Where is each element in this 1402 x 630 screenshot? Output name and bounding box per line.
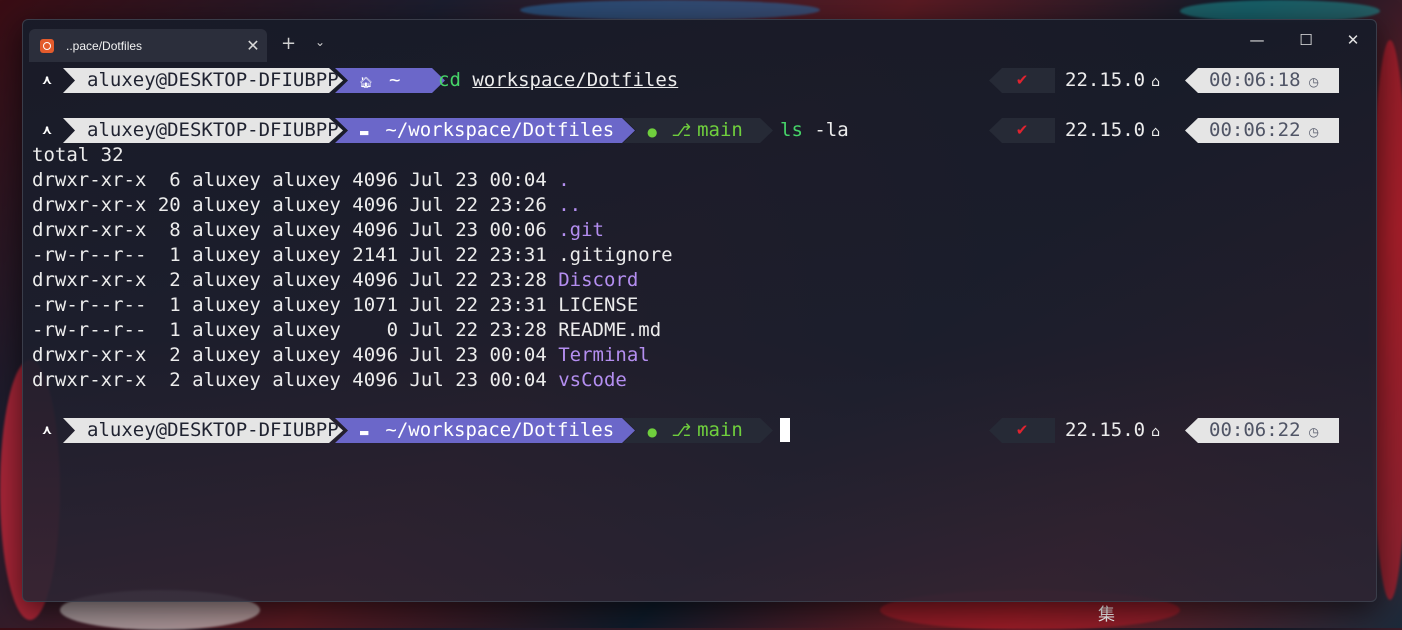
prompt-line: ⋏ aluxey@DESKTOP-DFIUBPP 🏠︎ ~ cd workspac… [23, 68, 1376, 93]
ls-entry: drwxr-xr-x 2 aluxey aluxey 4096 Jul 23 0… [32, 343, 650, 368]
maximize-button[interactable]: ☐ [1294, 31, 1318, 49]
chevron-down-icon[interactable]: ⌄ [315, 35, 325, 49]
ls-entry: drwxr-xr-x 2 aluxey aluxey 4096 Jul 22 2… [32, 268, 638, 293]
directory-name: .. [558, 194, 582, 216]
prompt-path: ▬ ~/workspace/Dotfiles [335, 118, 635, 143]
status-check-icon: ✔ [989, 118, 1055, 143]
file-name: .gitignore [558, 244, 673, 266]
prompt-user: aluxey@DESKTOP-DFIUBPP [63, 418, 343, 443]
ls-entry-meta: drwxr-xr-x 6 aluxey aluxey 4096 Jul 23 0… [32, 169, 559, 191]
node-icon: ⌂ [1151, 124, 1160, 140]
git-segment: ● ⎇ main [623, 118, 773, 143]
folder-icon: ▬ [359, 426, 370, 439]
command-text: cd workspace/Dotfiles [438, 69, 679, 91]
directory-name: Discord [558, 269, 639, 291]
status-check-icon: ✔ [989, 418, 1055, 443]
ls-entry-meta: drwxr-xr-x 2 aluxey aluxey 4096 Jul 23 0… [32, 369, 559, 391]
directory-name: . [558, 169, 570, 191]
prompt-line: ⋏ aluxey@DESKTOP-DFIUBPP ▬ ~/workspace/Do… [23, 118, 1376, 143]
ls-entry: drwxr-xr-x 8 aluxey aluxey 4096 Jul 23 0… [32, 218, 604, 243]
file-name: LICENSE [558, 294, 639, 316]
tab-active[interactable]: ..pace/Dotfiles ✕ [29, 29, 267, 62]
ls-entry: -rw-r--r-- 1 aluxey aluxey 2141 Jul 22 2… [32, 243, 673, 268]
close-button[interactable]: ✕ [1341, 31, 1365, 49]
node-icon: ⌂ [1151, 74, 1160, 90]
git-branch: main [697, 119, 743, 141]
clock-icon: ◷ [1308, 75, 1319, 89]
arch-logo-icon: ⋏ [41, 73, 53, 88]
ls-entry: drwxr-xr-x 6 aluxey aluxey 4096 Jul 23 0… [32, 168, 570, 193]
ls-entry-meta: -rw-r--r-- 1 aluxey aluxey 2141 Jul 22 2… [32, 244, 559, 266]
prompt-path: ▬ ~/workspace/Dotfiles [335, 418, 635, 443]
ime-indicator[interactable]: 集 [1098, 600, 1115, 625]
prompt-path: 🏠︎ ~ [335, 68, 445, 93]
ls-total: total 32 [32, 144, 124, 166]
file-name: README.md [558, 319, 662, 341]
arch-logo-icon: ⋏ [41, 423, 53, 438]
git-segment: ● ⎇ main [623, 418, 773, 443]
text-cursor[interactable] [780, 418, 790, 442]
github-icon: ● [647, 125, 658, 139]
directory-name: Terminal [558, 344, 650, 366]
terminal-window: ..pace/Dotfiles ✕ + ⌄ — ☐ ✕ ⋏ aluxey@DES… [22, 19, 1377, 602]
git-branch-icon: ⎇ [671, 121, 692, 141]
ls-entry: drwxr-xr-x 2 aluxey aluxey 4096 Jul 23 0… [32, 368, 627, 393]
directory-name: .git [558, 219, 604, 241]
prompt-time: 00:06:18 ◷ [1185, 68, 1339, 93]
clock-icon: ◷ [1308, 125, 1319, 139]
ls-entry-meta: drwxr-xr-x 2 aluxey aluxey 4096 Jul 22 2… [32, 269, 559, 291]
ls-entry-meta: -rw-r--r-- 1 aluxey aluxey 1071 Jul 22 2… [32, 294, 559, 316]
prompt-time: 00:06:22 ◷ [1185, 118, 1339, 143]
prompt-time: 00:06:22 ◷ [1185, 418, 1339, 443]
git-branch-icon: ⎇ [671, 421, 692, 441]
command-argument[interactable]: workspace/Dotfiles [472, 69, 678, 91]
ls-entry-meta: drwxr-xr-x 2 aluxey aluxey 4096 Jul 23 0… [32, 344, 559, 366]
status-check-icon: ✔ [989, 68, 1055, 93]
node-version: 22.15.0 ⌂ [1065, 69, 1160, 91]
home-icon: 🏠︎ [359, 76, 373, 89]
new-tab-button[interactable]: + [281, 33, 296, 54]
ls-entry-meta: drwxr-xr-x 20 aluxey aluxey 4096 Jul 22 … [32, 194, 559, 216]
ubuntu-icon [40, 38, 54, 53]
ls-entry-meta: drwxr-xr-x 8 aluxey aluxey 4096 Jul 23 0… [32, 219, 559, 241]
node-version: 22.15.0 ⌂ [1065, 119, 1160, 141]
prompt-line: ⋏ aluxey@DESKTOP-DFIUBPP ▬ ~/workspace/Do… [23, 418, 1376, 443]
wallpaper-art [520, 0, 820, 20]
tab-close-icon[interactable]: ✕ [239, 36, 267, 55]
node-version: 22.15.0 ⌂ [1065, 419, 1160, 441]
title-bar[interactable]: ..pace/Dotfiles ✕ + ⌄ — ☐ ✕ [23, 20, 1376, 66]
prompt-user: aluxey@DESKTOP-DFIUBPP [63, 68, 343, 93]
ls-entry: -rw-r--r-- 1 aluxey aluxey 0 Jul 22 23:2… [32, 318, 661, 343]
clock-icon: ◷ [1308, 425, 1319, 439]
tab-title: ..pace/Dotfiles [66, 38, 143, 53]
ls-entry: drwxr-xr-x 20 aluxey aluxey 4096 Jul 22 … [32, 193, 581, 218]
git-branch: main [697, 419, 743, 441]
github-icon: ● [647, 425, 658, 439]
directory-name: vsCode [558, 369, 627, 391]
terminal-content[interactable]: ⋏ aluxey@DESKTOP-DFIUBPP 🏠︎ ~ cd workspac… [23, 66, 1376, 601]
command-text: ls -la [780, 119, 849, 141]
minimize-button[interactable]: — [1245, 31, 1269, 49]
arch-logo-icon: ⋏ [41, 123, 53, 138]
folder-icon: ▬ [359, 126, 370, 139]
prompt-user: aluxey@DESKTOP-DFIUBPP [63, 118, 343, 143]
node-icon: ⌂ [1151, 424, 1160, 440]
ls-entry-meta: -rw-r--r-- 1 aluxey aluxey 0 Jul 22 23:2… [32, 319, 559, 341]
ls-entry: -rw-r--r-- 1 aluxey aluxey 1071 Jul 22 2… [32, 293, 638, 318]
